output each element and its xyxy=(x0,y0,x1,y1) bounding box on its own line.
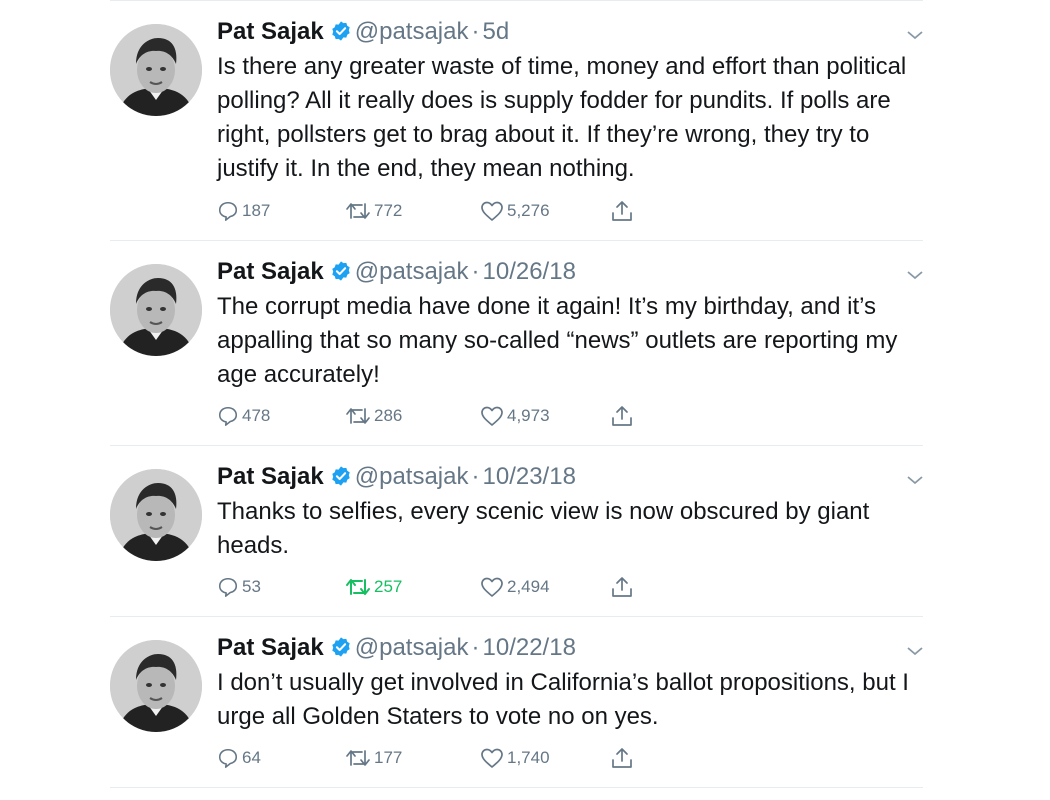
reply-count: 64 xyxy=(242,748,261,767)
retweet-count: 177 xyxy=(374,748,403,767)
timestamp[interactable]: 10/23/18 xyxy=(483,463,576,490)
tweet-header: Pat Sajak @patsajak · 10/23/18 xyxy=(217,461,576,496)
share-button[interactable] xyxy=(611,198,633,224)
reply-icon xyxy=(217,405,239,427)
tweet[interactable]: Pat Sajak @patsajak · 5d Is there any great… xyxy=(0,0,1050,240)
like-count: 5,276 xyxy=(507,201,550,220)
share-icon xyxy=(611,746,633,770)
tweet-header: Pat Sajak @patsajak · 5d xyxy=(217,16,509,51)
heart-icon xyxy=(480,200,504,222)
retweet-icon xyxy=(345,576,371,598)
separator-dot: · xyxy=(471,18,480,45)
reply-icon xyxy=(217,576,239,598)
heart-icon xyxy=(480,747,504,769)
timestamp[interactable]: 10/26/18 xyxy=(483,258,576,285)
like-button[interactable]: 4,973 xyxy=(480,403,550,429)
verified-badge-icon xyxy=(330,19,352,51)
author-name[interactable]: Pat Sajak xyxy=(217,258,324,285)
timestamp[interactable]: 10/22/18 xyxy=(483,634,576,661)
tweet-header: Pat Sajak @patsajak · 10/22/18 xyxy=(217,632,576,667)
retweet-icon xyxy=(345,200,371,222)
like-count: 1,740 xyxy=(507,748,550,767)
separator-dot: · xyxy=(471,463,480,490)
timestamp[interactable]: 5d xyxy=(483,18,510,45)
chevron-down-icon[interactable] xyxy=(905,28,925,42)
like-button[interactable]: 1,740 xyxy=(480,745,550,771)
retweet-icon xyxy=(345,405,371,427)
tweet-text: Is there any greater waste of time, mone… xyxy=(217,53,907,182)
retweet-button[interactable]: 177 xyxy=(345,745,402,771)
tweet-text: I don’t usually get involved in Californ… xyxy=(217,669,909,730)
chevron-down-icon[interactable] xyxy=(905,644,925,658)
retweet-icon xyxy=(345,747,371,769)
divider xyxy=(110,787,923,788)
avatar[interactable] xyxy=(110,640,202,732)
reply-count: 53 xyxy=(242,577,261,596)
verified-badge-icon xyxy=(330,464,352,496)
avatar[interactable] xyxy=(110,469,202,561)
author-name[interactable]: Pat Sajak xyxy=(217,634,324,661)
share-icon xyxy=(611,404,633,428)
tweet[interactable]: Pat Sajak @patsajak · 10/26/18 The corrupt … xyxy=(0,240,1050,445)
retweet-button[interactable]: 286 xyxy=(345,403,402,429)
tweet-text: Thanks to selfies, every scenic view is … xyxy=(217,498,870,559)
reply-button[interactable]: 64 xyxy=(217,745,261,771)
chevron-down-icon[interactable] xyxy=(905,268,925,282)
like-button[interactable]: 5,276 xyxy=(480,198,550,224)
heart-icon xyxy=(480,405,504,427)
retweet-count: 286 xyxy=(374,406,403,425)
reply-icon xyxy=(217,747,239,769)
tweet[interactable]: Pat Sajak @patsajak · 10/22/18 I don’t usua… xyxy=(0,616,1050,787)
chevron-down-icon[interactable] xyxy=(905,473,925,487)
separator-dot: · xyxy=(471,634,480,661)
avatar[interactable] xyxy=(110,24,202,116)
reply-count: 187 xyxy=(242,201,271,220)
share-icon xyxy=(611,575,633,599)
share-button[interactable] xyxy=(611,403,633,429)
reply-button[interactable]: 53 xyxy=(217,574,261,600)
verified-badge-icon xyxy=(330,259,352,291)
reply-icon xyxy=(217,200,239,222)
author-handle[interactable]: @patsajak xyxy=(355,463,469,490)
like-count: 2,494 xyxy=(507,577,550,596)
share-button[interactable] xyxy=(611,745,633,771)
retweet-count: 772 xyxy=(374,201,403,220)
author-handle[interactable]: @patsajak xyxy=(355,18,469,45)
share-icon xyxy=(611,199,633,223)
author-handle[interactable]: @patsajak xyxy=(355,634,469,661)
avatar[interactable] xyxy=(110,264,202,356)
tweet-header: Pat Sajak @patsajak · 10/26/18 xyxy=(217,256,576,291)
heart-icon xyxy=(480,576,504,598)
tweet-text: The corrupt media have done it again! It… xyxy=(217,293,898,388)
author-name[interactable]: Pat Sajak xyxy=(217,18,324,45)
author-name[interactable]: Pat Sajak xyxy=(217,463,324,490)
like-count: 4,973 xyxy=(507,406,550,425)
retweet-count: 257 xyxy=(374,577,403,596)
share-button[interactable] xyxy=(611,574,633,600)
reply-button[interactable]: 187 xyxy=(217,198,270,224)
reply-button[interactable]: 478 xyxy=(217,403,270,429)
verified-badge-icon xyxy=(330,635,352,667)
retweet-button[interactable]: 257 xyxy=(345,574,402,600)
reply-count: 478 xyxy=(242,406,271,425)
like-button[interactable]: 2,494 xyxy=(480,574,550,600)
author-handle[interactable]: @patsajak xyxy=(355,258,469,285)
separator-dot: · xyxy=(471,258,480,285)
retweet-button[interactable]: 772 xyxy=(345,198,402,224)
tweet[interactable]: Pat Sajak @patsajak · 10/23/18 Thanks to se… xyxy=(0,445,1050,616)
